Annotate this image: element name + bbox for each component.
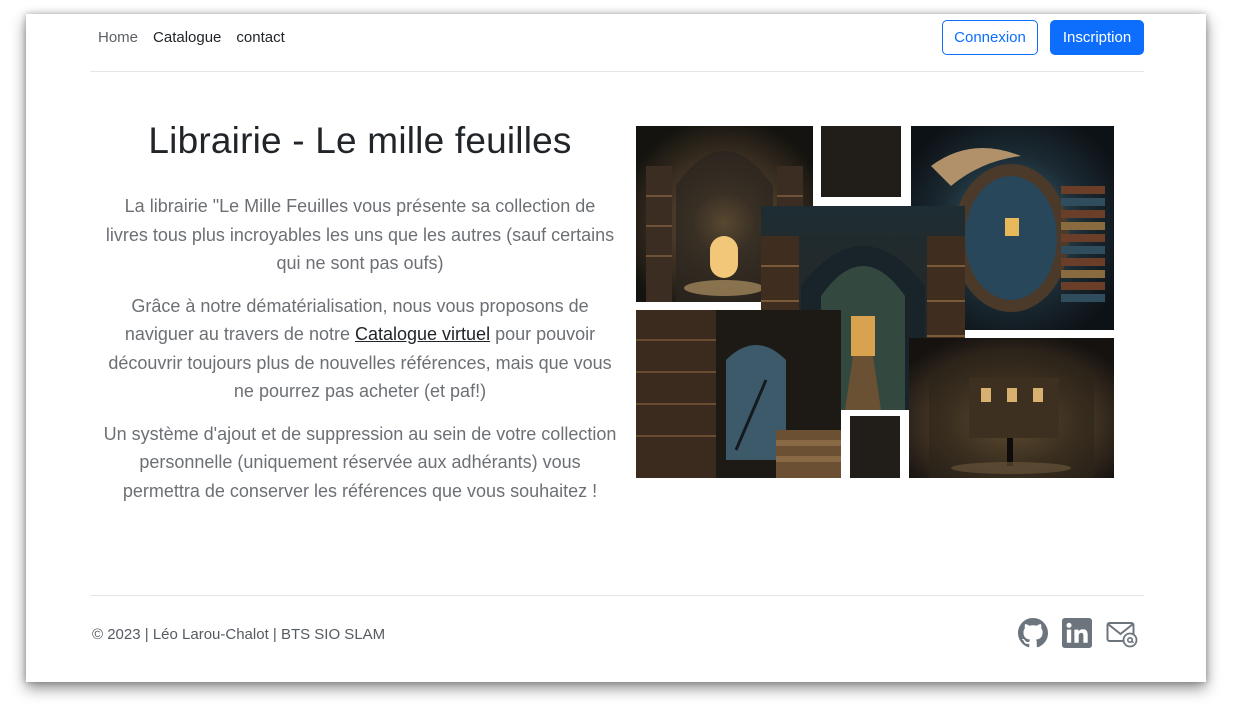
catalogue-paragraph: Grâce à notre dématérialisation, nous vo… [102,292,618,406]
nav-link-home[interactable]: Home [98,29,138,46]
signup-button[interactable]: Inscription [1050,20,1144,55]
collage-image-reading-room [909,338,1114,478]
collection-paragraph: Un système d'ajout et de suppression au … [103,423,617,501]
social-links [1018,618,1138,653]
collage-dark-block-bottom [850,416,900,478]
linkedin-icon[interactable] [1062,618,1092,653]
library-collage [636,126,1114,478]
nav-link-catalogue[interactable]: Catalogue [153,29,221,46]
mail-icon[interactable] [1106,618,1138,653]
catalogue-link[interactable]: Catalogue virtuel [355,324,490,344]
auth-buttons: Connexion Inscription [942,20,1144,55]
nav-link-contact[interactable]: contact [236,29,284,46]
collage-dark-block-top [821,126,901,197]
footer: © 2023 | Léo Larou-Chalot | BTS SIO SLAM [90,595,1144,666]
github-icon[interactable] [1018,618,1048,653]
intro-paragraph: La librairie "Le Mille Feuilles vous pré… [105,196,615,273]
collage-image-window-books [636,310,841,478]
hero-text: Librairie - Le mille feuilles La librair… [102,114,618,519]
footer-copyright: © 2023 | Léo Larou-Chalot | BTS SIO SLAM [92,626,386,643]
navbar: Home Catalogue contact Connexion Inscrip… [90,14,1144,72]
login-button[interactable]: Connexion [942,20,1038,55]
page-card: Home Catalogue contact Connexion Inscrip… [26,14,1206,682]
nav-links: Home Catalogue contact [98,29,285,46]
page-title: Librairie - Le mille feuilles [148,120,572,161]
